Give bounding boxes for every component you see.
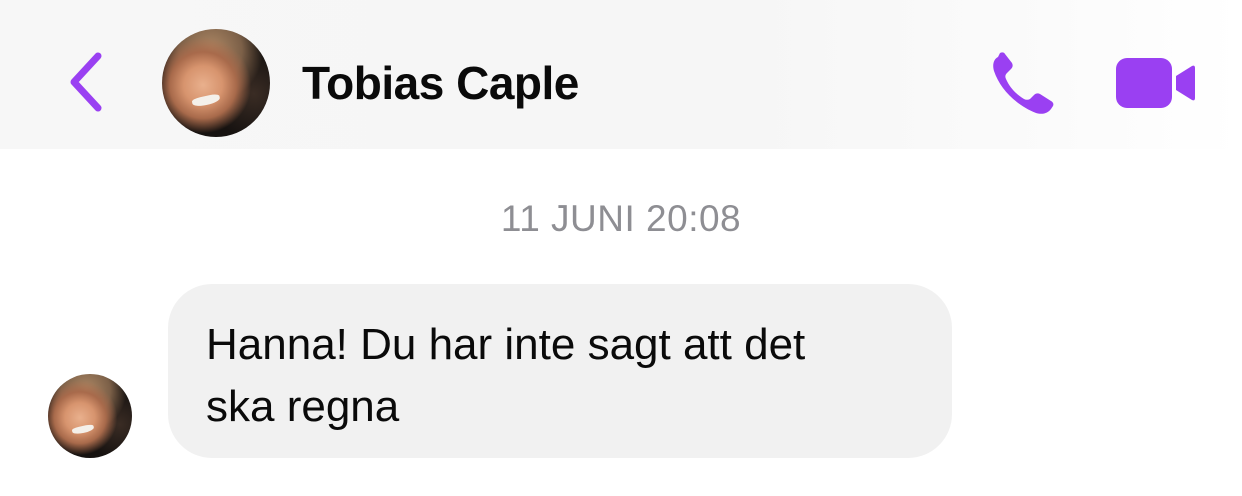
video-camera-icon <box>1116 58 1195 108</box>
message-text: Hanna! Du har inte sagt att det ska regn… <box>206 320 806 431</box>
contact-avatar[interactable] <box>162 29 270 137</box>
message-bubble[interactable]: Hanna! Du har inte sagt att det ska regn… <box>168 284 952 458</box>
chevron-left-icon <box>70 52 102 112</box>
voice-call-button[interactable] <box>990 51 1060 117</box>
phone-icon <box>993 52 1054 114</box>
back-button[interactable] <box>62 50 112 114</box>
avatar-photo <box>71 423 94 435</box>
message-timestamp: 11 JUNI 20:08 <box>500 198 742 239</box>
video-call-button[interactable] <box>1114 56 1196 110</box>
contact-name[interactable]: Tobias Caple <box>302 56 579 110</box>
sender-avatar[interactable] <box>48 374 132 458</box>
avatar-photo <box>191 93 221 108</box>
chat-header: Tobias Caple <box>0 0 1242 149</box>
